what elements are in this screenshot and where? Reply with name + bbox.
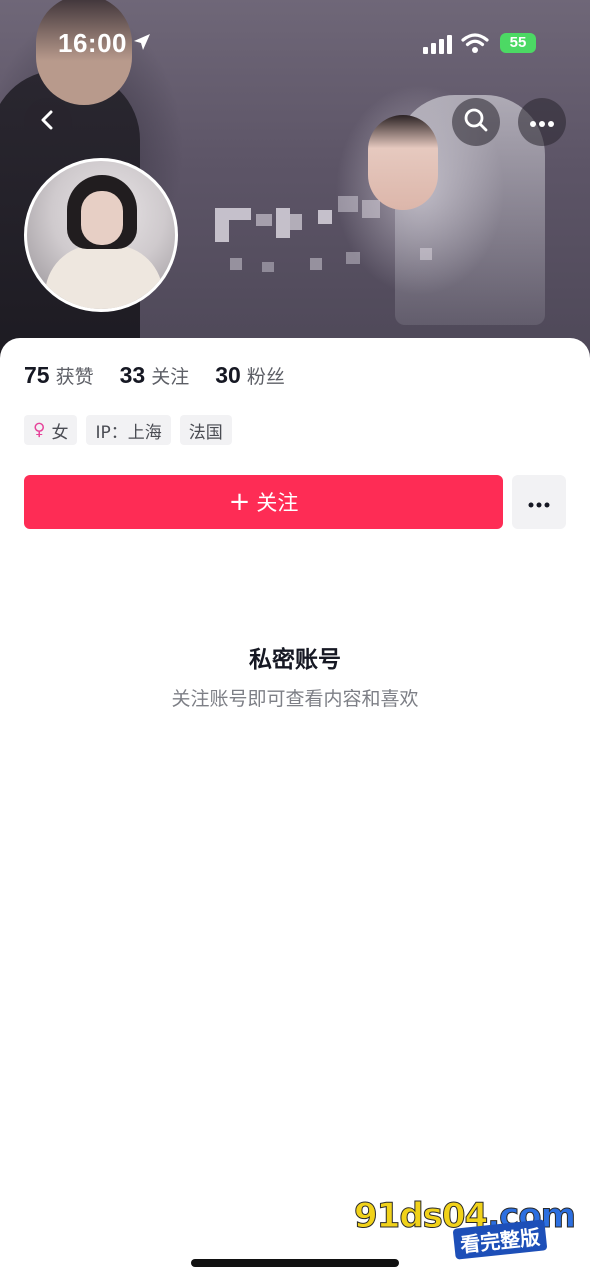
location-arrow-icon	[132, 32, 152, 56]
stat-value: 30	[215, 362, 241, 388]
private-account-title: 私密账号	[249, 647, 341, 673]
stat-label: 粉丝	[246, 366, 285, 388]
watermark: 91ds04.com 看完整版	[350, 1196, 577, 1262]
plus-icon: +	[228, 487, 251, 517]
ip-label: IP：上海	[95, 422, 162, 443]
avatar-figure-body	[45, 245, 163, 309]
location-label: 法国	[188, 422, 223, 443]
private-account-subtitle: 关注账号即可查看内容和喜欢	[171, 688, 419, 710]
search-icon	[463, 107, 489, 137]
status-bar: 16:00 55	[0, 22, 590, 66]
more-options-button[interactable]	[518, 98, 566, 146]
avatar[interactable]	[24, 158, 178, 312]
stat-likes[interactable]: 75 获赞	[24, 362, 94, 389]
back-button[interactable]	[24, 98, 72, 146]
chevron-left-icon	[37, 109, 59, 135]
ip-tag: IP：上海	[86, 415, 171, 445]
follow-button[interactable]: + 关注	[24, 475, 503, 529]
stat-value: 33	[119, 362, 146, 388]
status-time: 16:00	[58, 28, 127, 58]
home-indicator[interactable]	[191, 1259, 399, 1267]
profile-stats: 75 获赞 33 关注 30 粉丝	[24, 362, 311, 394]
female-icon: ♀	[33, 420, 46, 440]
more-actions-button[interactable]	[512, 475, 566, 529]
gender-label: 女	[51, 422, 69, 443]
banner-figure-bride	[368, 115, 438, 210]
avatar-figure-face	[81, 191, 123, 245]
cellular-signal-icon	[423, 34, 453, 58]
follow-label: 关注	[256, 491, 299, 515]
gender-tag: ♀ 女	[24, 415, 78, 445]
stat-value: 75	[24, 362, 50, 388]
more-horizontal-icon	[528, 493, 550, 512]
battery-indicator: 55	[500, 33, 536, 53]
wifi-icon	[461, 32, 489, 58]
more-horizontal-icon	[529, 113, 555, 132]
stat-following[interactable]: 33 关注	[120, 362, 190, 389]
stat-label: 关注	[151, 366, 190, 388]
stat-label: 获赞	[55, 366, 94, 388]
profile-tags: ♀ 女 IP：上海 法国	[24, 415, 241, 445]
search-button[interactable]	[452, 98, 500, 146]
stat-followers[interactable]: 30 粉丝	[215, 362, 285, 389]
location-tag: 法国	[179, 415, 232, 445]
